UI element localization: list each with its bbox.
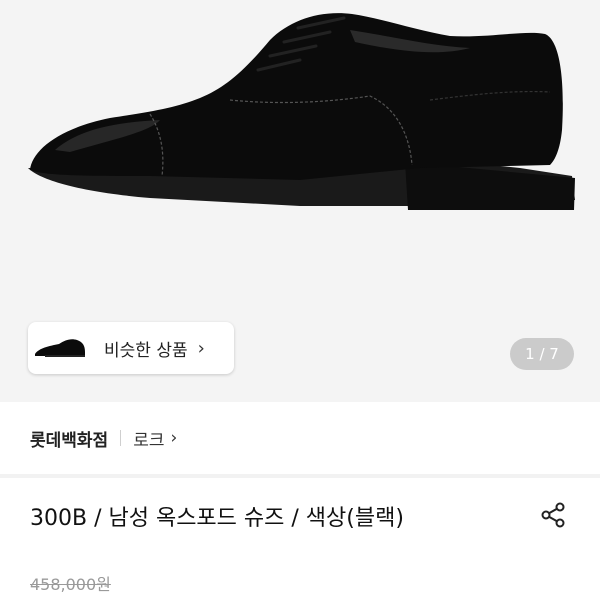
brand-divider [120,430,122,446]
section-divider [0,474,600,478]
similar-products-button[interactable]: 비슷한 상품 › [28,322,234,374]
original-price: 458,000원 [30,575,111,594]
share-button[interactable] [535,497,571,533]
brand-row: 롯데백화점 로크 › [30,424,177,452]
similar-products-label: 비슷한 상품 [104,340,188,361]
image-page-indicator: 1 / 7 [510,338,574,370]
product-image-carousel[interactable]: 비슷한 상품 › 1 / 7 [0,0,600,402]
share-icon [541,502,565,528]
chevron-right-icon: › [197,337,205,359]
similar-product-thumbnail [28,322,90,374]
product-title: 300B / 남성 옥스포드 슈즈 / 색상(블랙) [30,506,404,531]
brand-link[interactable]: 로크 [133,426,164,451]
store-name[interactable]: 롯데백화점 [30,426,108,451]
chevron-right-icon: › [170,428,178,448]
